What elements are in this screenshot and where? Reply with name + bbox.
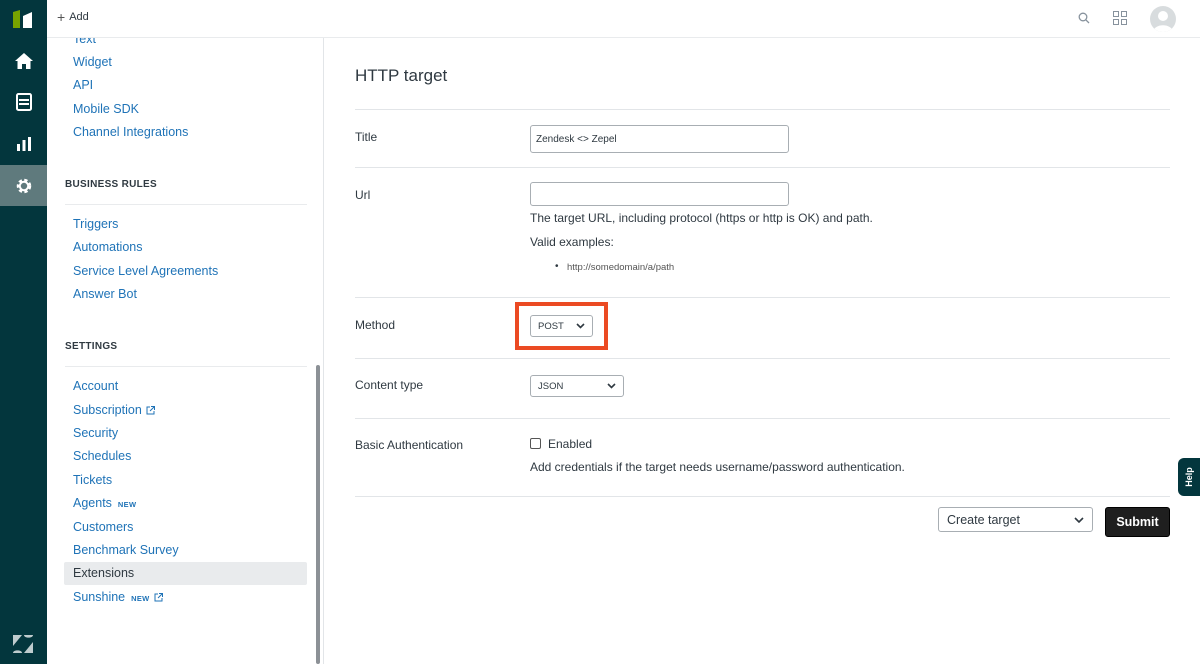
basic-auth-hint: Add credentials if the target needs user… xyxy=(530,460,905,474)
url-examples-label: Valid examples: xyxy=(530,235,614,249)
section-heading-settings: SETTINGS xyxy=(65,341,118,352)
new-badge: NEW xyxy=(117,500,137,509)
basic-auth-checkbox[interactable] xyxy=(530,438,541,449)
content-type-select[interactable]: JSON xyxy=(530,375,624,397)
method-label: Method xyxy=(355,318,396,332)
help-button[interactable]: Help xyxy=(1178,458,1200,496)
url-label: Url xyxy=(355,188,371,202)
divider xyxy=(65,204,307,205)
help-label: Help xyxy=(1183,467,1194,487)
product-rail xyxy=(0,0,47,664)
user-avatar[interactable] xyxy=(1150,6,1176,32)
views-icon[interactable] xyxy=(0,81,47,122)
plus-icon: + xyxy=(57,9,66,25)
title-input[interactable]: Zendesk <> Zepel xyxy=(530,125,789,153)
divider xyxy=(355,297,1170,298)
divider xyxy=(355,418,1170,419)
sidebar-item-label: Extensions xyxy=(73,566,135,580)
sidebar-item-schedules[interactable]: Schedules xyxy=(73,448,131,464)
reporting-icon[interactable] xyxy=(0,123,47,164)
sidebar-item-label: Agents xyxy=(73,496,112,510)
chevron-down-icon xyxy=(607,383,616,389)
divider xyxy=(355,167,1170,168)
top-bar: + Add xyxy=(47,0,1200,38)
product-tray-icon[interactable] xyxy=(1113,11,1127,25)
sidebar-item-text[interactable]: Text xyxy=(73,38,96,47)
admin-sidebar: Text Widget API Mobile SDK Channel Integ… xyxy=(47,38,324,664)
action-select-value: Create target xyxy=(947,512,1020,527)
external-link-icon xyxy=(154,593,163,602)
content-type-label: Content type xyxy=(355,378,424,392)
add-button-label: Add xyxy=(69,11,89,23)
external-link-icon xyxy=(146,406,155,415)
zendesk-support-logo[interactable] xyxy=(11,8,35,30)
sidebar-item-sunshine[interactable]: Sunshine NEW xyxy=(73,589,163,607)
url-hint: The target URL, including protocol (http… xyxy=(530,211,873,225)
new-badge: NEW xyxy=(131,594,150,603)
zendesk-z-logo[interactable] xyxy=(12,634,34,654)
divider xyxy=(355,496,1170,497)
sidebar-item-extensions[interactable]: Extensions xyxy=(64,562,307,585)
sidebar-item-agents[interactable]: Agents NEW xyxy=(73,495,136,513)
sidebar-item-answer-bot[interactable]: Answer Bot xyxy=(73,286,137,302)
sidebar-item-automations[interactable]: Automations xyxy=(73,239,142,255)
sidebar-item-benchmark-survey[interactable]: Benchmark Survey xyxy=(73,542,179,558)
sidebar-item-tickets[interactable]: Tickets xyxy=(73,472,112,488)
chevron-down-icon xyxy=(1074,516,1084,523)
admin-gear-icon[interactable] xyxy=(0,165,47,206)
sidebar-item-widget[interactable]: Widget xyxy=(73,54,112,70)
page-title: HTTP target xyxy=(355,66,448,85)
section-heading-business-rules: BUSINESS RULES xyxy=(65,179,157,190)
content-type-select-value: JSON xyxy=(538,380,564,392)
divider xyxy=(355,109,1170,110)
sidebar-item-api[interactable]: API xyxy=(73,77,93,93)
sidebar-item-customers[interactable]: Customers xyxy=(73,519,133,535)
main-content: HTTP target Title Zendesk <> Zepel Url T… xyxy=(325,38,1200,664)
annotation-highlight-box xyxy=(515,302,608,350)
home-icon[interactable] xyxy=(0,40,47,81)
sidebar-item-channel-integrations[interactable]: Channel Integrations xyxy=(73,124,188,140)
url-input[interactable] xyxy=(530,182,789,206)
sidebar-item-account[interactable]: Account xyxy=(73,378,118,394)
url-example: http://somedomain/a/path xyxy=(555,261,674,273)
divider xyxy=(355,358,1170,359)
sidebar-scrollbar[interactable] xyxy=(316,365,320,664)
divider xyxy=(65,366,307,367)
basic-auth-label: Basic Authentication xyxy=(355,438,464,452)
sidebar-item-triggers[interactable]: Triggers xyxy=(73,216,118,232)
action-select[interactable]: Create target xyxy=(938,507,1093,532)
sidebar-item-mobile-sdk[interactable]: Mobile SDK xyxy=(73,101,139,117)
sidebar-item-label: Subscription xyxy=(73,403,142,417)
sidebar-item-security[interactable]: Security xyxy=(73,425,118,441)
basic-auth-checkbox-label[interactable]: Enabled xyxy=(548,437,592,451)
sidebar-item-subscription[interactable]: Subscription xyxy=(73,402,155,418)
title-label: Title xyxy=(355,130,378,144)
search-icon[interactable] xyxy=(1078,12,1090,24)
sidebar-item-label: Sunshine xyxy=(73,590,126,604)
sidebar-item-sla[interactable]: Service Level Agreements xyxy=(73,263,218,279)
add-button[interactable]: + Add xyxy=(57,10,89,24)
submit-button[interactable]: Submit xyxy=(1105,507,1170,537)
